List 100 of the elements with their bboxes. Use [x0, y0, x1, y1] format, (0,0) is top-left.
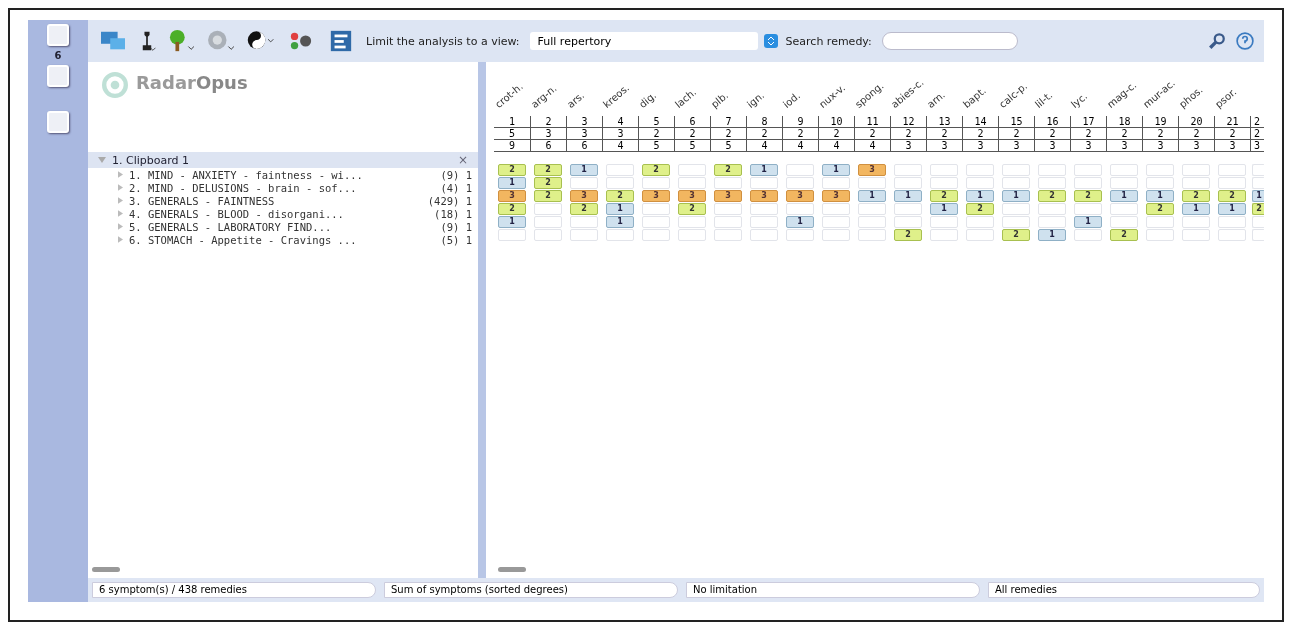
symptom-row[interactable]: 6. STOMACH - Appetite - Cravings ... (5) 1 — [88, 233, 478, 246]
total-cell: 3 — [890, 140, 926, 151]
remedy-name[interactable]: lyc. — [1068, 90, 1090, 110]
rank-cell: 4 — [602, 116, 638, 127]
symptom-row[interactable]: 4. GENERALS - BLOOD - disorgani... (18) 1 — [88, 207, 478, 220]
degree-cell: 2 — [1074, 190, 1102, 202]
dropdown-icon[interactable] — [763, 34, 778, 48]
symptom-label: 5. GENERALS - LABORATORY FIND... — [129, 220, 333, 233]
symptom-row[interactable]: 5. GENERALS - LABORATORY FIND... (9) 1 — [88, 220, 478, 233]
remedy-name[interactable]: dig. — [636, 89, 659, 110]
logo-text: RadarOpus — [136, 72, 248, 93]
degree-cell — [606, 229, 634, 241]
degree-cell: 2 — [1252, 203, 1264, 215]
remedy-name[interactable]: ign. — [744, 89, 767, 110]
view-label: Limit the analysis to a view: — [366, 34, 520, 48]
score-cell: 2 — [1034, 128, 1070, 139]
degree-cell — [1074, 203, 1102, 215]
degree-cell — [1182, 216, 1210, 228]
degree-cell — [570, 216, 598, 228]
degree-cell — [1110, 177, 1138, 189]
score-cell: 2 — [962, 128, 998, 139]
symptom-label: 6. STOMACH - Appetite - Cravings ... — [129, 233, 358, 246]
degree-cell — [750, 229, 778, 241]
degree-cell: 1 — [1252, 190, 1264, 202]
degree-cell — [1002, 216, 1030, 228]
clipboard-title: 1. Clipboard 1 — [112, 153, 191, 167]
splitter[interactable] — [478, 62, 486, 578]
score-cell: 2 — [1070, 128, 1106, 139]
degree-cell — [858, 177, 886, 189]
degree-cell — [1110, 203, 1138, 215]
degree-cell: 2 — [714, 164, 742, 176]
remedy-name[interactable]: ars. — [564, 89, 587, 110]
degree-cell — [642, 177, 670, 189]
degree-cell: 3 — [750, 190, 778, 202]
degree-cell — [930, 164, 958, 176]
rank-cell: 2 — [530, 116, 566, 127]
degree-cell — [1146, 177, 1174, 189]
clipboard-icon[interactable] — [47, 65, 69, 87]
symptom-row[interactable]: 1. MIND - ANXIETY - faintness - wi... (9) 1 — [88, 168, 478, 181]
degree-cell — [822, 216, 850, 228]
score-cell: 2 — [854, 128, 890, 139]
symptom-row[interactable]: 3. GENERALS - FAINTNESS (429) 1 — [88, 194, 478, 207]
score-cell: 2 — [1142, 128, 1178, 139]
degree-cell — [894, 164, 922, 176]
close-button[interactable]: × — [457, 153, 468, 167]
rank-cell: 12 — [890, 116, 926, 127]
degree-cell: 2 — [930, 190, 958, 202]
score-cell: 2 — [638, 128, 674, 139]
degree-cell — [1002, 203, 1030, 215]
rank-cell: 11 — [854, 116, 890, 127]
degree-cell — [1110, 164, 1138, 176]
degree-cell — [966, 164, 994, 176]
scrollbar-thumb[interactable] — [498, 567, 526, 572]
search-field[interactable] — [881, 32, 1018, 50]
rank-cell: 18 — [1106, 116, 1142, 127]
degree-cell — [1218, 177, 1246, 189]
rank-cell-text: 1 — [508, 116, 516, 127]
symptom-count: (9) 1 — [440, 168, 472, 181]
symptom-row[interactable]: 2. MIND - DELUSIONS - brain - sof... (4) 1 — [88, 181, 478, 194]
degree-cell — [534, 229, 562, 241]
score-cell: 2 — [1178, 128, 1214, 139]
remedy-name[interactable]: lil-t. — [1032, 89, 1055, 110]
clipboard-icon[interactable] — [47, 111, 69, 133]
score-cell: 2 — [710, 128, 746, 139]
clipboard-icon[interactable] — [47, 24, 69, 46]
degree-cell: 3 — [714, 190, 742, 202]
degree-cell — [786, 229, 814, 241]
degree-cell — [714, 203, 742, 215]
remedy-name[interactable]: iod. — [780, 89, 803, 110]
globe-icon[interactable] — [206, 29, 236, 53]
degree-cell — [1038, 164, 1066, 176]
degree-cell: 1 — [930, 203, 958, 215]
remedy-name[interactable]: arn. — [924, 89, 947, 110]
search-icon[interactable] — [1208, 30, 1226, 52]
rank-cell: 14 — [962, 116, 998, 127]
rank-cell: 13 — [926, 116, 962, 127]
degree-cell — [498, 229, 526, 241]
scrollbar-thumb[interactable] — [92, 567, 120, 572]
clipboard-header[interactable]: 1. Clipboard 1 × — [88, 152, 478, 168]
symptom-label: 4. GENERALS - BLOOD - disorgani... — [129, 207, 345, 220]
score-cell: 2 — [926, 128, 962, 139]
degree-cell — [1002, 177, 1030, 189]
degree-cell — [750, 177, 778, 189]
remedy-name[interactable]: lach. — [672, 86, 699, 110]
status-field: 6 symptom(s) / 438 remedies — [92, 582, 376, 598]
help-icon[interactable] — [1236, 30, 1254, 52]
degree-cell — [1146, 216, 1174, 228]
rank-cell: 20 — [1178, 116, 1214, 127]
remedy-name[interactable]: plb. — [708, 89, 731, 110]
degree-cell — [858, 203, 886, 215]
degree-cell — [930, 216, 958, 228]
degree-cell: 2 — [894, 229, 922, 241]
total-cell: 5 — [674, 140, 710, 151]
total-cell: 4 — [602, 140, 638, 151]
total-cell: 3 — [1106, 140, 1142, 151]
degree-cell: 1 — [498, 216, 526, 228]
total-cell: 3 — [998, 140, 1034, 151]
degree-cell: 1 — [1002, 190, 1030, 202]
degree-cell — [966, 177, 994, 189]
rank-cell: 19 — [1142, 116, 1178, 127]
